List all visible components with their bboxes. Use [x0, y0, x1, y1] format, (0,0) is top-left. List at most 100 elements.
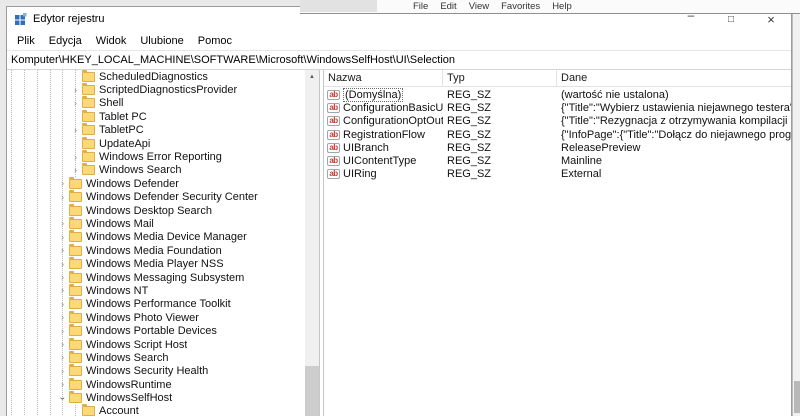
- folder-icon: [69, 230, 82, 243]
- tree-item[interactable]: › Windows Performance Toolkit: [7, 297, 305, 311]
- menu-pomoc[interactable]: Pomoc: [191, 35, 239, 47]
- tree-expander-icon[interactable]: ›: [56, 231, 69, 244]
- tree-item[interactable]: Windows Desktop Search: [7, 203, 305, 217]
- menu-ulubione[interactable]: Ulubione: [133, 35, 190, 47]
- reg-sz-string-icon: ab: [327, 89, 340, 100]
- tree-expander-icon[interactable]: ›: [69, 84, 82, 97]
- tree-item[interactable]: › Windows Search: [7, 163, 305, 177]
- value-data: {"Title":"Rezygnacja z otrzymywania komp…: [561, 115, 791, 128]
- registry-value-row[interactable]: ab UIBranch REG_SZ ReleasePreview: [324, 141, 791, 154]
- tree-item[interactable]: › Windows Error Reporting: [7, 150, 305, 163]
- bg-menu-favorites[interactable]: Favorites: [501, 1, 540, 12]
- tree-expander-icon[interactable]: ›: [69, 164, 82, 177]
- registry-value-row[interactable]: ab UIRing REG_SZ External: [324, 168, 791, 181]
- folder-icon: [69, 257, 82, 270]
- bg-menu-help[interactable]: Help: [552, 1, 572, 12]
- tree-item[interactable]: › Windows Media Player NSS: [7, 257, 305, 270]
- tree-item[interactable]: › Windows Search: [7, 350, 305, 364]
- bg-menu-file[interactable]: File: [413, 1, 428, 12]
- scrollbar-up-arrow-icon[interactable]: ▲: [305, 70, 319, 84]
- tree-expander-icon[interactable]: ›: [56, 244, 69, 257]
- value-name: ConfigurationOptOutUIText: [343, 115, 443, 128]
- tree-item[interactable]: › Windows Photo Viewer: [7, 310, 305, 324]
- value-name-cell[interactable]: ab ConfigurationOptOutUIText: [324, 115, 443, 127]
- tree-item[interactable]: › Windows Defender: [7, 176, 305, 190]
- menu-edycja[interactable]: Edycja: [42, 35, 89, 47]
- menu-widok[interactable]: Widok: [89, 35, 134, 47]
- column-header-data[interactable]: Dane: [557, 70, 791, 86]
- registry-value-row[interactable]: ab (Domyślna) REG_SZ (wartość nie ustalo…: [324, 87, 791, 102]
- tree-item[interactable]: › Windows Mail: [7, 216, 305, 230]
- tree-expander-icon[interactable]: ›: [56, 365, 69, 378]
- tree-item[interactable]: Account: [7, 404, 305, 416]
- folder-icon: [82, 136, 95, 149]
- tree-item[interactable]: › Windows Messaging Subsystem: [7, 270, 305, 284]
- bg-menu-edit[interactable]: Edit: [440, 1, 456, 12]
- folder-icon: [69, 377, 82, 390]
- tree-expander-icon[interactable]: ›: [56, 177, 69, 190]
- value-data: (wartość nie ustalona): [561, 88, 669, 101]
- tree-scrollbar[interactable]: ▲: [305, 70, 319, 416]
- reg-sz-string-icon: ab: [327, 169, 340, 180]
- menu-plik[interactable]: Plik: [10, 35, 42, 47]
- scrollbar-thumb[interactable]: [305, 366, 319, 416]
- tree-expander-icon[interactable]: ›: [56, 351, 69, 364]
- tree-item[interactable]: Tablet PC: [7, 109, 305, 123]
- value-name-cell[interactable]: ab UIBranch: [324, 142, 443, 154]
- registry-value-row[interactable]: ab UIContentType REG_SZ Mainline: [324, 154, 791, 167]
- column-header-name[interactable]: Nazwa: [324, 70, 443, 86]
- tree-item[interactable]: › Windows Media Foundation: [7, 243, 305, 257]
- registry-value-row[interactable]: ab ConfigurationOptOutUIText REG_SZ {"Ti…: [324, 115, 791, 128]
- value-name-cell[interactable]: ab ConfigurationBasicUIText: [324, 102, 443, 114]
- tree-expander-icon[interactable]: ›: [56, 378, 69, 391]
- tree-item[interactable]: › Shell: [7, 96, 305, 110]
- folder-icon: [82, 109, 95, 122]
- tree-item-label: Windows Security Health: [86, 365, 209, 378]
- tree-item[interactable]: › Windows NT: [7, 283, 305, 297]
- address-bar[interactable]: Komputer\HKEY_LOCAL_MACHINE\SOFTWARE\Mic…: [7, 50, 791, 70]
- tree-expander-icon[interactable]: ›: [56, 284, 69, 297]
- tree-item[interactable]: › WindowsRuntime: [7, 377, 305, 391]
- column-header-type[interactable]: Typ: [443, 70, 557, 86]
- tree-item[interactable]: ScheduledDiagnostics: [7, 70, 305, 83]
- folder-icon: [69, 364, 82, 377]
- tree-item[interactable]: › Windows Script Host: [7, 337, 305, 351]
- registry-tree-pane: ScheduledDiagnostics › ScriptedDiagnosti…: [7, 70, 305, 416]
- folder-icon: [69, 243, 82, 256]
- folder-icon: [69, 283, 82, 296]
- value-name-cell[interactable]: ab RegistrationFlow: [324, 129, 443, 141]
- tree-expander-icon[interactable]: ›: [56, 392, 69, 405]
- tree-item[interactable]: › Windows Security Health: [7, 364, 305, 378]
- registry-value-row[interactable]: ab ConfigurationBasicUIText REG_SZ {"Tit…: [324, 101, 791, 114]
- tree-expander-icon[interactable]: ›: [69, 124, 82, 137]
- tree-item[interactable]: › Windows Media Device Manager: [7, 230, 305, 244]
- tree-expander-icon[interactable]: ›: [56, 338, 69, 351]
- tree-item-label: Account: [99, 405, 139, 416]
- tree-expander-icon[interactable]: ›: [56, 258, 69, 271]
- tree-expander-icon[interactable]: ›: [56, 298, 69, 311]
- value-name-cell[interactable]: ab UIContentType: [324, 155, 443, 167]
- tree-expander-icon[interactable]: ›: [56, 217, 69, 230]
- main-panes: ScheduledDiagnostics › ScriptedDiagnosti…: [7, 70, 791, 416]
- folder-icon: [82, 163, 95, 176]
- tree-item-label: Windows Performance Toolkit: [86, 298, 231, 311]
- tree-expander-icon[interactable]: ›: [56, 191, 69, 204]
- value-name-cell[interactable]: ab (Domyślna): [324, 87, 443, 102]
- tree-expander-icon[interactable]: ›: [56, 271, 69, 284]
- tree-expander-icon[interactable]: ›: [56, 325, 69, 338]
- tree-item[interactable]: › TabletPC: [7, 123, 305, 137]
- tree-expander-icon[interactable]: ›: [69, 97, 82, 110]
- tree-item[interactable]: › ScriptedDiagnosticsProvider: [7, 83, 305, 96]
- tree-item[interactable]: › Windows Portable Devices: [7, 324, 305, 337]
- registry-value-row[interactable]: ab RegistrationFlow REG_SZ {"InfoPage":{…: [324, 128, 791, 141]
- folder-icon: [69, 176, 82, 189]
- tree-item[interactable]: UpdateApi: [7, 136, 305, 150]
- tree-item-label: Windows Mail: [86, 217, 154, 230]
- value-name: ConfigurationBasicUIText: [343, 101, 443, 114]
- value-name-cell[interactable]: ab UIRing: [324, 168, 443, 180]
- tree-expander-icon[interactable]: ›: [56, 311, 69, 324]
- tree-item[interactable]: › Windows Defender Security Center: [7, 190, 305, 204]
- bg-menu-view[interactable]: View: [469, 1, 489, 12]
- tree-expander-icon[interactable]: ›: [69, 151, 82, 164]
- tree-item[interactable]: › WindowsSelfHost: [7, 391, 305, 404]
